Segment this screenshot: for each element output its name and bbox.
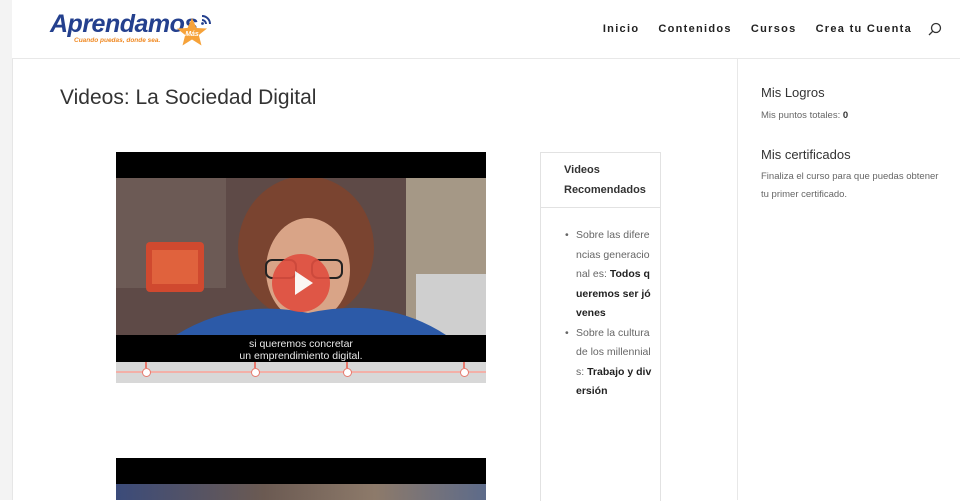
video-frame-2 xyxy=(116,484,486,500)
puntos-text: Mis puntos totales: 0 xyxy=(761,107,946,125)
nav-inicio[interactable]: Inicio xyxy=(603,23,640,35)
right-sidebar: Mis Logros Mis puntos totales: 0 Mis cer… xyxy=(737,59,960,500)
site-logo[interactable]: Aprendamos Cuando puedas, donde sea. Más xyxy=(50,8,220,50)
logros-title: Mis Logros xyxy=(761,85,825,100)
page-left-edge xyxy=(0,0,13,500)
nav-contenidos[interactable]: Contenidos xyxy=(658,23,732,35)
video-frame: si queremos concretar un emprendimiento … xyxy=(116,176,486,362)
certificados-text: Finaliza el curso para que puedas obtene… xyxy=(761,171,939,200)
video-player-2[interactable] xyxy=(116,458,486,500)
recommended-item[interactable]: Sobre las diferencias generacional es: T… xyxy=(565,226,654,324)
play-button[interactable] xyxy=(272,254,330,312)
video-player[interactable]: si queremos concretar un emprendimiento … xyxy=(116,152,486,362)
recommended-title: Videos Recomendados xyxy=(541,153,660,208)
puntos-value: 0 xyxy=(842,110,849,121)
main-nav: Inicio Contenidos Cursos Crea tu Cuenta xyxy=(584,22,942,36)
puntos-label: Mis puntos totales: xyxy=(761,110,843,121)
star-wifi-icon: Más xyxy=(177,15,211,46)
video-caption: si queremos concretar un emprendimiento … xyxy=(116,338,486,362)
nav-cursos[interactable]: Cursos xyxy=(751,23,797,35)
recommended-videos-widget: Videos Recomendados Sobre las diferencia… xyxy=(540,152,661,501)
cue-marker[interactable] xyxy=(343,368,352,377)
cue-marker[interactable] xyxy=(251,368,260,377)
logo-badge: Más xyxy=(185,31,199,38)
page-title: Videos: La Sociedad Digital xyxy=(60,86,317,109)
recommended-item[interactable]: Sobre la cultura de los millennials: Tra… xyxy=(565,324,654,402)
recommended-item-link[interactable]: Trabajo y diversión xyxy=(576,366,651,398)
recommended-list: Sobre las diferencias generacional es: T… xyxy=(541,208,660,402)
play-icon xyxy=(295,271,313,295)
cue-marker[interactable] xyxy=(460,368,469,377)
cue-marker[interactable] xyxy=(142,368,151,377)
video-cue-bar[interactable] xyxy=(116,362,486,383)
search-icon[interactable] xyxy=(928,22,942,36)
site-header: Aprendamos Cuando puedas, donde sea. Más… xyxy=(12,0,960,59)
logo-tagline: Cuando puedas, donde sea. xyxy=(74,37,161,44)
caption-line-2: un emprendimiento digital. xyxy=(239,350,363,362)
caption-line-1: si queremos concretar xyxy=(249,338,353,350)
nav-crea-cuenta[interactable]: Crea tu Cuenta xyxy=(816,23,912,35)
cue-track xyxy=(116,371,486,373)
certificados-title: Mis certificados xyxy=(761,147,851,162)
